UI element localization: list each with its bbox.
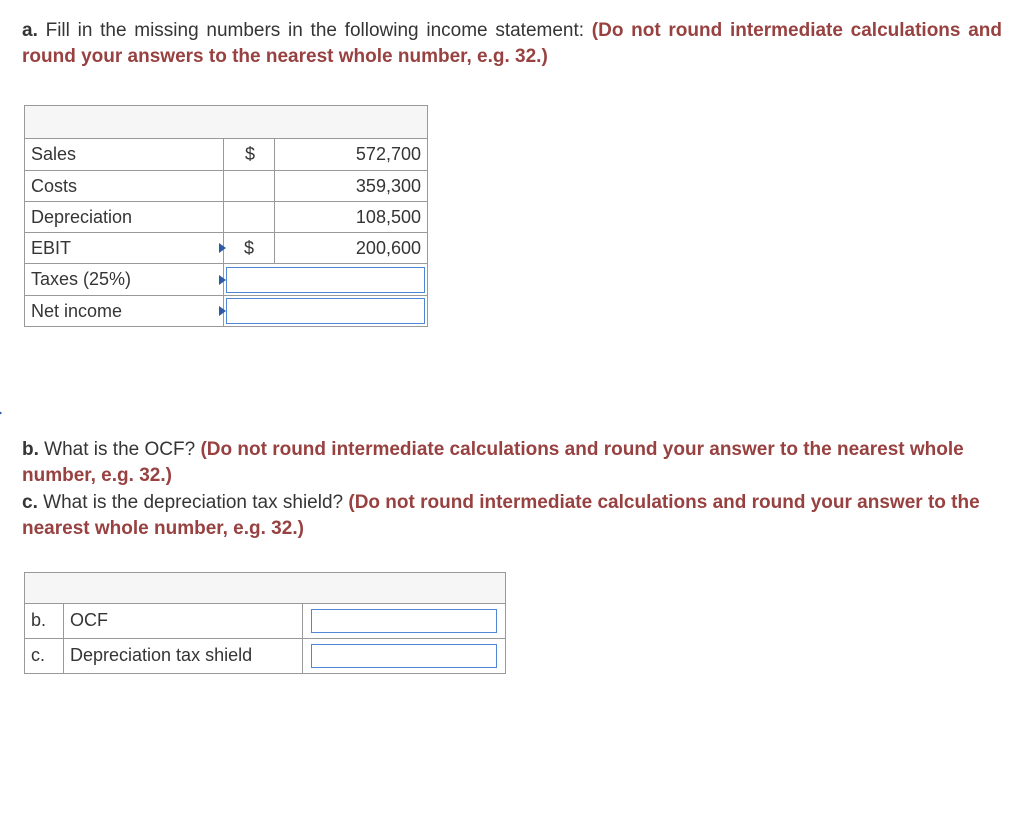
row-currency: $ <box>224 139 275 170</box>
question-c: c. What is the depreciation tax shield? … <box>22 490 1002 541</box>
input-marker-icon <box>219 306 226 316</box>
question-a-prefix: a. <box>22 20 38 41</box>
row-currency <box>224 201 275 232</box>
input-marker-icon <box>219 275 226 285</box>
currency-text: $ <box>244 238 254 258</box>
row-value: 359,300 <box>275 170 428 201</box>
question-b: b. What is the OCF? (Do not round interm… <box>22 437 1002 488</box>
answer-table: b. OCF c. Depreciation tax shield <box>24 572 506 674</box>
table-row: Taxes (25%) <box>25 264 428 295</box>
net-income-input[interactable] <box>224 295 428 326</box>
income-statement-table: Sales $ 572,700 Costs 359,300 Depreciati… <box>24 105 428 327</box>
question-a: a. Fill in the missing numbers in the fo… <box>22 18 1002 69</box>
row-label: Depreciation <box>25 201 224 232</box>
row-label: Taxes (25%) <box>25 264 224 295</box>
table-row: c. Depreciation tax shield <box>25 638 506 673</box>
table2-header-blank <box>25 572 506 603</box>
depreciation-tax-shield-input[interactable] <box>303 638 506 673</box>
ocf-input[interactable] <box>303 603 506 638</box>
row-label: EBIT <box>25 233 224 264</box>
row-label: Costs <box>25 170 224 201</box>
question-c-prefix: c. <box>22 492 38 513</box>
table-row: b. OCF <box>25 603 506 638</box>
table-header-blank <box>25 106 428 139</box>
table-row: Costs 359,300 <box>25 170 428 201</box>
question-a-text: Fill in the missing numbers in the follo… <box>46 20 592 41</box>
row-currency: $ <box>224 233 275 264</box>
row-currency <box>224 170 275 201</box>
taxes-input[interactable] <box>224 264 428 295</box>
answer-row-label: OCF <box>64 603 303 638</box>
question-c-text: What is the depreciation tax shield? <box>43 492 348 513</box>
row-value: 108,500 <box>275 201 428 232</box>
table-row: EBIT $ 200,600 <box>25 233 428 264</box>
answer-row-letter: c. <box>25 638 64 673</box>
answer-row-letter: b. <box>25 603 64 638</box>
input-marker-icon <box>0 408 2 418</box>
row-label: Sales <box>25 139 224 170</box>
row-value: 200,600 <box>275 233 428 264</box>
table-row: Net income <box>25 295 428 326</box>
question-b-prefix: b. <box>22 439 39 460</box>
table-row: Depreciation 108,500 <box>25 201 428 232</box>
answer-row-label: Depreciation tax shield <box>64 638 303 673</box>
table-row: Sales $ 572,700 <box>25 139 428 170</box>
row-label: Net income <box>25 295 224 326</box>
row-value: 572,700 <box>275 139 428 170</box>
question-b-text: What is the OCF? <box>44 439 200 460</box>
input-marker-icon <box>219 243 226 253</box>
